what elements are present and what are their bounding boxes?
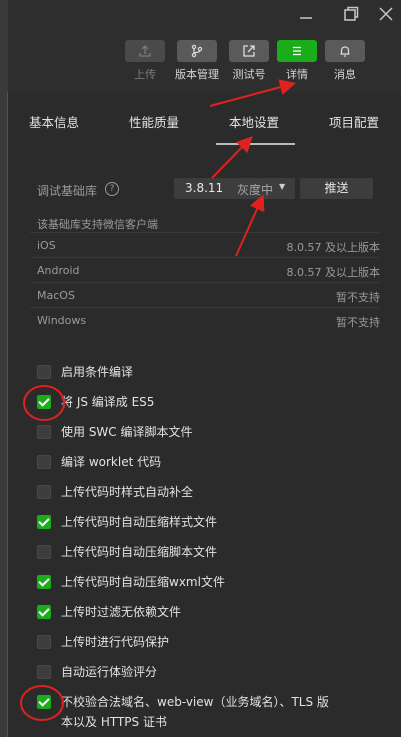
upload-label: 上传 — [134, 68, 156, 81]
platform-name: MacOS — [37, 289, 75, 302]
tab-local-settings[interactable]: 本地设置 — [229, 112, 279, 131]
checkbox[interactable] — [37, 635, 51, 649]
platform-support: 暂不支持 — [336, 316, 380, 329]
option-label: 不校验合法域名、web-view（业务域名）、TLS 版 — [61, 695, 329, 709]
left-edge — [0, 0, 8, 737]
tab-performance[interactable]: 性能质量 — [129, 112, 179, 131]
option-label: 将 JS 编译成 ES5 — [61, 395, 155, 409]
version-manage-label: 版本管理 — [175, 68, 219, 81]
option-label: 上传时过滤无依赖文件 — [61, 605, 182, 619]
platform-name: Android — [37, 264, 80, 277]
minimize-icon[interactable] — [295, 4, 317, 24]
platform-row: Windows 暂不支持 — [30, 307, 380, 333]
push-button[interactable]: 推送 — [300, 178, 373, 199]
option-label: 上传时进行代码保护 — [61, 635, 170, 649]
checkbox[interactable] — [37, 425, 51, 439]
option-label: 启用条件编译 — [61, 365, 134, 379]
help-icon[interactable]: ? — [105, 182, 119, 196]
caret-down-icon: ▼ — [279, 182, 286, 191]
message-label: 消息 — [334, 68, 356, 81]
option-label-line2: 本以及 HTTPS 证书 — [61, 715, 167, 729]
option-label: 上传代码时自动压缩脚本文件 — [61, 545, 218, 559]
upload-icon — [139, 45, 151, 57]
option-label: 编译 worklet 代码 — [61, 455, 162, 469]
debug-lib-status: 灰度中 — [237, 183, 274, 197]
checkbox[interactable] — [37, 575, 51, 589]
checkbox[interactable] — [37, 695, 51, 709]
checkbox[interactable] — [37, 395, 51, 409]
checkbox[interactable] — [37, 455, 51, 469]
tab-basic-info[interactable]: 基本信息 — [29, 112, 79, 131]
support-note: 该基础库支持微信客户端 — [37, 218, 158, 231]
platform-name: iOS — [37, 239, 56, 252]
detail-panel: 基本信息 性能质量 本地设置 项目配置 调试基础库 ? 3.8.11 灰度中 ▼… — [8, 92, 401, 737]
platform-row: iOS 8.0.57 及以上版本 — [30, 232, 380, 258]
platform-row: MacOS 暂不支持 — [30, 282, 380, 308]
tab-project-config[interactable]: 项目配置 — [329, 112, 379, 131]
detail-label: 详情 — [286, 68, 308, 81]
debug-lib-select[interactable]: 3.8.11 灰度中 ▼ — [174, 178, 295, 199]
checkbox[interactable] — [37, 365, 51, 379]
checkbox[interactable] — [37, 605, 51, 619]
platform-name: Windows — [37, 314, 87, 327]
platform-row: Android 8.0.57 及以上版本 — [30, 257, 380, 283]
checkbox[interactable] — [37, 485, 51, 499]
debug-lib-label: 调试基础库 — [37, 184, 98, 198]
detail-button[interactable] — [277, 40, 317, 62]
checkbox[interactable] — [37, 515, 51, 529]
branch-icon — [191, 44, 203, 58]
checkbox[interactable] — [37, 545, 51, 559]
test-account-label: 测试号 — [232, 68, 266, 81]
option-label: 上传代码时自动压缩样式文件 — [61, 515, 218, 529]
maximize-icon[interactable] — [340, 4, 362, 24]
platform-support: 暂不支持 — [336, 291, 380, 304]
option-label: 上传代码时自动压缩wxml文件 — [61, 575, 225, 589]
option-label: 上传代码时样式自动补全 — [61, 485, 194, 499]
debug-lib-version: 3.8.11 — [185, 181, 224, 195]
version-manage-button[interactable] — [177, 40, 217, 62]
option-label: 使用 SWC 编译脚本文件 — [61, 425, 193, 439]
active-tab-indicator — [216, 143, 295, 145]
menu-icon — [293, 46, 301, 56]
test-account-button[interactable] — [229, 40, 269, 62]
platform-support: 8.0.57 及以上版本 — [286, 241, 380, 254]
bell-icon — [340, 46, 350, 57]
platform-support: 8.0.57 及以上版本 — [286, 266, 380, 279]
close-icon[interactable] — [375, 4, 397, 24]
checkbox[interactable] — [37, 665, 51, 679]
upload-button[interactable] — [125, 40, 165, 62]
option-label: 自动运行体验评分 — [61, 665, 158, 679]
message-button[interactable] — [325, 40, 365, 62]
external-link-icon — [243, 45, 255, 57]
